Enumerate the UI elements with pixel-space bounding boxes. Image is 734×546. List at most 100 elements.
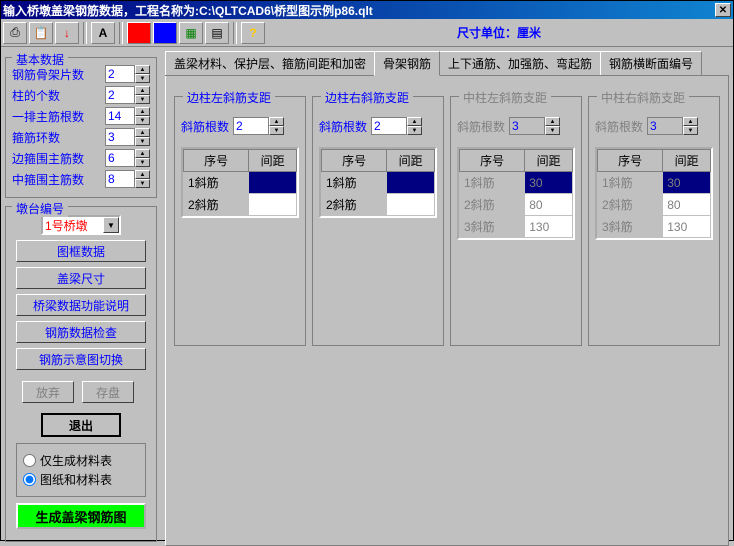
data-grid[interactable]: 序号间距1斜筋2斜筋: [319, 147, 437, 218]
toolbar-blue-icon[interactable]: [153, 22, 177, 44]
spin-control[interactable]: ▲▼: [105, 107, 150, 125]
spin-up-icon[interactable]: ▲: [135, 86, 150, 95]
pier-combo[interactable]: 1号桥墩 ▼: [41, 215, 121, 235]
table-row[interactable]: 3斜筋130: [460, 216, 573, 238]
spin-up-icon[interactable]: ▲: [407, 117, 422, 126]
panel-2: 中柱左斜筋支距 斜筋根数 ▲▼ 序号间距1斜筋302斜筋803斜筋130: [450, 96, 582, 346]
table-row[interactable]: 1斜筋30: [460, 172, 573, 194]
data-grid[interactable]: 序号间距1斜筋2斜筋: [181, 147, 299, 218]
spin-up-icon: ▲: [683, 117, 698, 126]
field-label: 钢筋骨架片数: [12, 66, 84, 83]
basic-legend: 基本数据: [12, 51, 68, 68]
abandon-button[interactable]: 放弃: [22, 381, 74, 403]
spin-up-icon[interactable]: ▲: [135, 149, 150, 158]
table-row[interactable]: 3斜筋130: [598, 216, 711, 238]
table-row[interactable]: 1斜筋: [184, 172, 297, 194]
rebar-check-button[interactable]: 钢筋数据检查: [16, 321, 146, 343]
radio-material-only[interactable]: [23, 454, 36, 467]
toolbar: ⎙ 📋 ↓ A ▦ ▤ ? 尺寸单位：厘米: [1, 19, 733, 47]
data-grid[interactable]: 序号间距1斜筋302斜筋803斜筋130: [595, 147, 713, 240]
tab-3[interactable]: 钢筋横断面编号: [600, 51, 702, 75]
toolbar-font-icon[interactable]: A: [91, 22, 115, 44]
spin-down-icon[interactable]: ▼: [407, 126, 422, 135]
toolbar-print-icon[interactable]: ⎙: [3, 22, 27, 44]
toolbar-help-icon[interactable]: ?: [241, 22, 265, 44]
spin-input[interactable]: [105, 170, 135, 188]
data-desc-button[interactable]: 桥梁数据功能说明: [16, 294, 146, 316]
spin-up-icon[interactable]: ▲: [135, 107, 150, 116]
panel-3: 中柱右斜筋支距 斜筋根数 ▲▼ 序号间距1斜筋302斜筋803斜筋130: [588, 96, 720, 346]
count-label: 斜筋根数: [457, 118, 505, 135]
main-window: 输入桥墩盖梁钢筋数据，工程名称为:C:\QLTCAD6\桥型图示例p86.qlt…: [0, 0, 734, 541]
spin-control[interactable]: ▲▼: [105, 170, 150, 188]
field-label: 柱的个数: [12, 87, 60, 104]
toolbar-separator: [83, 22, 87, 44]
table-row[interactable]: 2斜筋80: [598, 194, 711, 216]
pier-value: 1号桥墩: [45, 217, 88, 234]
exit-button[interactable]: 退出: [41, 413, 121, 437]
toolbar-red-icon[interactable]: [127, 22, 151, 44]
toolbar-copy-icon[interactable]: 📋: [29, 22, 53, 44]
spin-down-icon[interactable]: ▼: [269, 126, 284, 135]
table-row[interactable]: 2斜筋80: [460, 194, 573, 216]
tab-content: 边柱左斜筋支距 斜筋根数 ▲▼ 序号间距1斜筋2斜筋边柱右斜筋支距 斜筋根数 ▲…: [165, 76, 729, 546]
spin-down-icon[interactable]: ▼: [135, 137, 150, 146]
spin-up-icon[interactable]: ▲: [135, 65, 150, 74]
pier-fieldset: 墩台编号 1号桥墩 ▼ 图框数据 盖梁尺寸 桥梁数据功能说明 钢筋数据检查 钢筋…: [5, 206, 157, 542]
panel-title: 中柱右斜筋支距: [597, 89, 689, 106]
diagram-toggle-button[interactable]: 钢筋示意图切换: [16, 348, 146, 370]
spin-input[interactable]: [105, 128, 135, 146]
table-row[interactable]: 1斜筋30: [598, 172, 711, 194]
spin-input[interactable]: [105, 65, 135, 83]
spin-control[interactable]: ▲▼: [233, 117, 284, 135]
save-button[interactable]: 存盘: [82, 381, 134, 403]
basic-field-row: 边箍围主筋数 ▲▼: [12, 149, 150, 167]
sidebar: 基本数据 钢筋骨架片数 ▲▼ 柱的个数 ▲▼ 一排主筋根数 ▲▼ 箍筋环数 ▲▼…: [1, 47, 161, 540]
spin-control: ▲▼: [647, 117, 698, 135]
spin-input[interactable]: [371, 117, 407, 135]
close-button[interactable]: ✕: [715, 3, 731, 17]
basic-field-row: 一排主筋根数 ▲▼: [12, 107, 150, 125]
basic-data-fieldset: 基本数据 钢筋骨架片数 ▲▼ 柱的个数 ▲▼ 一排主筋根数 ▲▼ 箍筋环数 ▲▼…: [5, 57, 157, 198]
spin-input[interactable]: [105, 86, 135, 104]
beam-size-button[interactable]: 盖梁尺寸: [16, 267, 146, 289]
toolbar-calc-icon[interactable]: ▤: [205, 22, 229, 44]
field-label: 箍筋环数: [12, 129, 60, 146]
spin-control[interactable]: ▲▼: [105, 86, 150, 104]
spin-up-icon[interactable]: ▲: [135, 128, 150, 137]
spin-control: ▲▼: [509, 117, 560, 135]
radio-drawing-material[interactable]: [23, 473, 36, 486]
table-row[interactable]: 2斜筋: [184, 194, 297, 216]
toolbar-green-box-icon[interactable]: ▦: [179, 22, 203, 44]
spin-up-icon[interactable]: ▲: [269, 117, 284, 126]
spin-control[interactable]: ▲▼: [371, 117, 422, 135]
generate-button[interactable]: 生成盖梁钢筋图: [16, 503, 146, 529]
spin-down-icon[interactable]: ▼: [135, 158, 150, 167]
data-grid[interactable]: 序号间距1斜筋302斜筋803斜筋130: [457, 147, 575, 240]
count-label: 斜筋根数: [319, 118, 367, 135]
tab-1[interactable]: 骨架钢筋: [374, 51, 440, 76]
spin-input[interactable]: [105, 149, 135, 167]
basic-field-row: 中箍围主筋数 ▲▼: [12, 170, 150, 188]
spin-input[interactable]: [233, 117, 269, 135]
spin-control[interactable]: ▲▼: [105, 149, 150, 167]
spin-up-icon[interactable]: ▲: [135, 170, 150, 179]
frame-data-button[interactable]: 图框数据: [16, 240, 146, 262]
spin-down-icon[interactable]: ▼: [135, 116, 150, 125]
toolbar-down-arrow-icon[interactable]: ↓: [55, 22, 79, 44]
spin-control[interactable]: ▲▼: [105, 128, 150, 146]
table-row[interactable]: 2斜筋: [322, 194, 435, 216]
spin-control[interactable]: ▲▼: [105, 65, 150, 83]
spin-down-icon[interactable]: ▼: [135, 95, 150, 104]
output-radio-group: 仅生成材料表 图纸和材料表: [16, 443, 146, 497]
tab-2[interactable]: 上下通筋、加强筋、弯起筋: [439, 51, 601, 75]
table-row[interactable]: 1斜筋: [322, 172, 435, 194]
spin-down-icon: ▼: [545, 126, 560, 135]
basic-field-row: 箍筋环数 ▲▼: [12, 128, 150, 146]
chevron-down-icon: ▼: [103, 217, 119, 233]
spin-down-icon[interactable]: ▼: [135, 179, 150, 188]
spin-down-icon[interactable]: ▼: [135, 74, 150, 83]
field-label: 中箍围主筋数: [12, 171, 84, 188]
spin-input[interactable]: [105, 107, 135, 125]
tab-0[interactable]: 盖梁材料、保护层、箍筋间距和加密: [165, 51, 375, 75]
